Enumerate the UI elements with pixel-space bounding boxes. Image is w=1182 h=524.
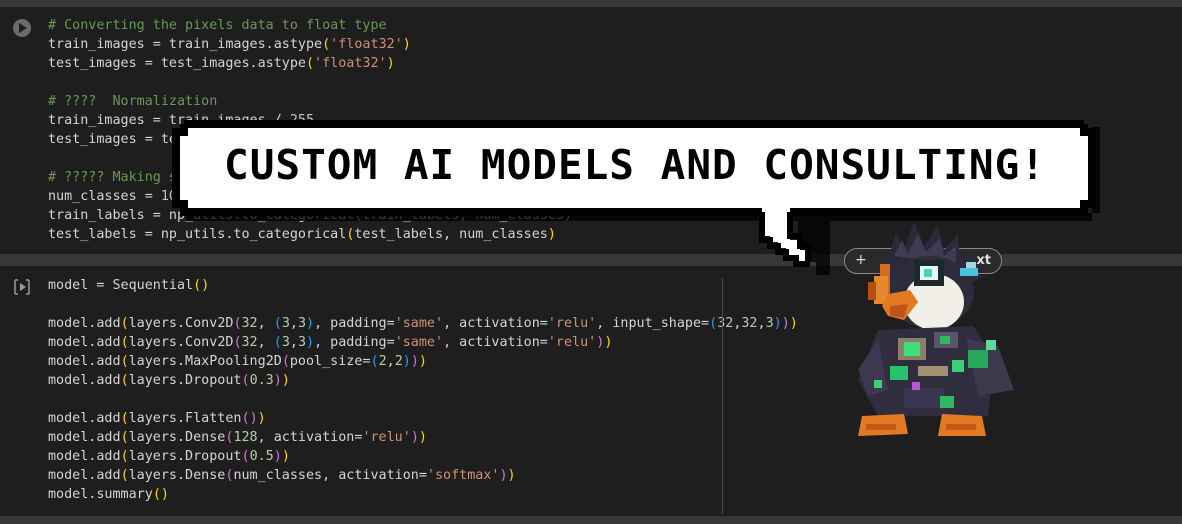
penguin-mascot-icon <box>858 222 1014 436</box>
speech-bubble-text: CUSTOM AI MODELS AND CONSULTING! <box>224 141 1046 189</box>
